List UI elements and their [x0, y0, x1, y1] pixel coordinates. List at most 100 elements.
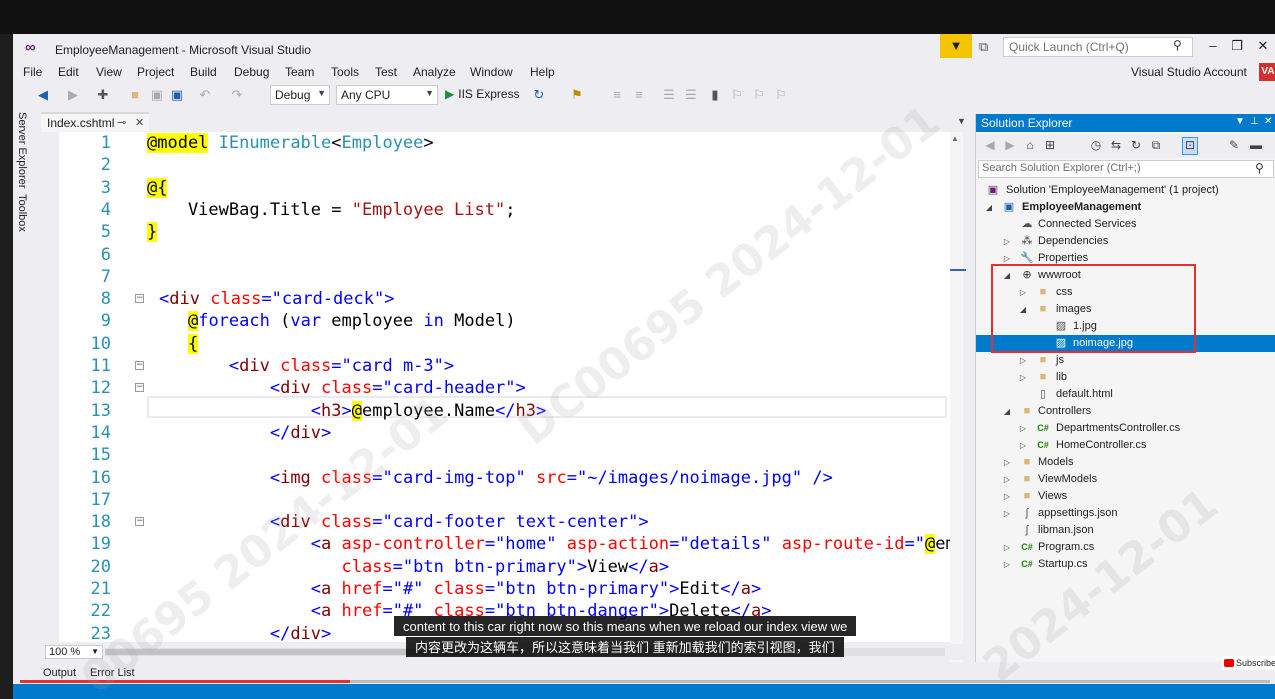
next-bookmark-icon[interactable]: ⚐ [751, 87, 767, 103]
tree-item-libman[interactable]: ʃ libman.json [976, 522, 1275, 539]
tree-item-models[interactable]: ▷ ■ Models [976, 454, 1275, 471]
menu-test[interactable]: Test [375, 65, 397, 79]
comment-icon[interactable]: ☰ [661, 87, 677, 103]
quick-launch-input[interactable]: Quick Launch (Ctrl+Q) [1003, 37, 1193, 57]
pending-changes-icon[interactable]: ◷ [1088, 138, 1104, 152]
platform-select[interactable]: Any CPU ▼ [336, 85, 438, 105]
save-icon[interactable]: ▣ [149, 87, 165, 103]
close-icon[interactable]: ✕ [135, 116, 144, 129]
pin-icon[interactable]: ⊸ [117, 116, 126, 129]
tree-item-program-cs[interactable]: ▷ C# Program.cs [976, 539, 1275, 556]
menu-debug[interactable]: Debug [234, 65, 269, 79]
collapsed-icon[interactable]: ▷ [1002, 505, 1012, 522]
run-iis-express-button[interactable]: ▶ IIS Express [445, 87, 520, 101]
server-explorer-tab[interactable]: Server Explorer [16, 112, 28, 188]
menu-view[interactable]: View [96, 65, 122, 79]
subscribe-button[interactable]: Subscribe [1222, 656, 1275, 670]
prev-bookmark-icon[interactable]: ⚐ [729, 87, 745, 103]
back-icon[interactable]: ◀ [982, 138, 998, 152]
switch-views-icon[interactable]: ⊞ [1042, 138, 1058, 152]
configuration-select[interactable]: Debug ▼ [270, 85, 330, 105]
collapsed-icon[interactable]: ▷ [1002, 556, 1012, 573]
collapsed-icon[interactable]: ▷ [1018, 352, 1028, 369]
restore-button[interactable]: ❐ [1227, 38, 1247, 54]
collapse-icon[interactable]: − [135, 294, 144, 304]
refresh-icon[interactable]: ↻ [531, 87, 547, 103]
video-progress-remaining[interactable] [350, 680, 1270, 683]
preview-icon[interactable]: ▬ [1248, 138, 1264, 152]
tree-item-lib[interactable]: ▷ ■ lib [976, 369, 1275, 386]
redo-icon[interactable]: ↷ [229, 87, 245, 103]
chevron-down-icon[interactable]: ▼ [1235, 116, 1245, 127]
search-icon[interactable]: ⚲ [1255, 161, 1264, 175]
menu-edit[interactable]: Edit [58, 65, 79, 79]
home-icon[interactable]: ⌂ [1022, 138, 1038, 152]
tree-item-appsettings[interactable]: ▷ ʃ appsettings.json [976, 505, 1275, 522]
solution-search-input[interactable]: Search Solution Explorer (Ctrl+;) [978, 160, 1274, 178]
find-icon[interactable]: ⚑ [569, 87, 585, 103]
forward-icon[interactable]: ▶ [65, 87, 81, 103]
back-icon[interactable]: ◀ [35, 87, 51, 103]
menu-project[interactable]: Project [137, 65, 174, 79]
close-icon[interactable]: ✕ [1264, 116, 1272, 127]
properties-icon[interactable]: ✎ [1226, 138, 1242, 152]
search-icon[interactable]: ⚲ [1173, 38, 1182, 52]
account-badge[interactable]: VA [1259, 63, 1275, 81]
tree-item-connected-services[interactable]: ☁ Connected Services [976, 216, 1275, 233]
expanded-icon[interactable]: ◢ [984, 199, 994, 216]
feedback-icon[interactable]: ⧉ [979, 39, 988, 55]
menu-build[interactable]: Build [190, 65, 217, 79]
collapse-icon[interactable]: − [135, 383, 144, 393]
forward-icon[interactable]: ▶ [1002, 138, 1018, 152]
close-window-button[interactable]: ✕ [1253, 38, 1273, 54]
collapsed-icon[interactable]: ▷ [1002, 539, 1012, 556]
notification-filter-icon[interactable]: ▼ [940, 34, 972, 58]
indent-icon[interactable]: ≡ [609, 87, 625, 102]
tab-error-list[interactable]: Error List [90, 667, 135, 679]
collapsed-icon[interactable]: ▷ [1018, 437, 1028, 454]
collapsed-icon[interactable]: ▷ [1002, 454, 1012, 471]
tree-item-views[interactable]: ▷ ■ Views [976, 488, 1275, 505]
tree-item-js[interactable]: ▷ ■ js [976, 352, 1275, 369]
new-project-icon[interactable]: ✚ [95, 87, 111, 103]
refresh-icon[interactable]: ↻ [1128, 138, 1144, 152]
tree-item-default-html[interactable]: ▯ default.html [976, 386, 1275, 403]
clear-bookmarks-icon[interactable]: ⚐ [773, 87, 789, 103]
code-editor[interactable]: 1 @model IEnumerable<Employee> 2 3 @{ 4 Vi… [59, 132, 950, 642]
pin-icon[interactable]: ⊥ [1250, 116, 1259, 127]
minimize-button[interactable]: – [1203, 38, 1223, 53]
chevron-down-icon[interactable]: ▼ [957, 116, 966, 126]
collapsed-icon[interactable]: ▷ [1018, 369, 1028, 386]
sync-icon[interactable]: ⇆ [1108, 138, 1124, 152]
collapse-icon[interactable]: − [135, 517, 144, 527]
tree-item-startup-cs[interactable]: ▷ C# Startup.cs [976, 556, 1275, 573]
tree-item-controllers[interactable]: ◢ ■ Controllers [976, 403, 1275, 420]
tree-item-viewmodels[interactable]: ▷ ■ ViewModels [976, 471, 1275, 488]
menu-file[interactable]: File [23, 65, 42, 79]
collapse-icon[interactable]: − [135, 361, 144, 370]
menu-help[interactable]: Help [530, 65, 555, 79]
show-all-files-icon[interactable]: ⊡ [1182, 137, 1198, 155]
menu-window[interactable]: Window [470, 65, 513, 79]
expanded-icon[interactable]: ◢ [1002, 403, 1012, 420]
collapsed-icon[interactable]: ▷ [1002, 233, 1012, 250]
tree-item-dependencies[interactable]: ▷ ⁂ Dependencies [976, 233, 1275, 250]
tree-item-departments-controller[interactable]: ▷ C# DepartmentsController.cs [976, 420, 1275, 437]
tab-output[interactable]: Output [43, 667, 76, 679]
outdent-icon[interactable]: ≡ [631, 87, 647, 102]
collapsed-icon[interactable]: ▷ [1002, 488, 1012, 505]
tree-item-home-controller[interactable]: ▷ C# HomeController.cs [976, 437, 1275, 454]
collapse-all-icon[interactable]: ⧉ [1148, 138, 1164, 153]
tree-item-solution[interactable]: ▣ Solution 'EmployeeManagement' (1 projec… [976, 182, 1275, 199]
zoom-select[interactable]: 100 % ▼ [45, 645, 103, 659]
tree-item-project[interactable]: ◢ ▣ EmployeeManagement [976, 199, 1275, 216]
toolbox-tab[interactable]: Toolbox [16, 194, 28, 232]
menu-team[interactable]: Team [285, 65, 314, 79]
tab-index-cshtml[interactable]: Index.cshtml ⊸ ✕ [41, 112, 149, 132]
collapsed-icon[interactable]: ▷ [1018, 420, 1028, 437]
bookmark-icon[interactable]: ▮ [707, 87, 723, 103]
menu-analyze[interactable]: Analyze [413, 65, 456, 79]
account-link[interactable]: Visual Studio Account [1131, 65, 1247, 79]
menu-tools[interactable]: Tools [331, 65, 359, 79]
undo-icon[interactable]: ↶ [197, 87, 213, 103]
